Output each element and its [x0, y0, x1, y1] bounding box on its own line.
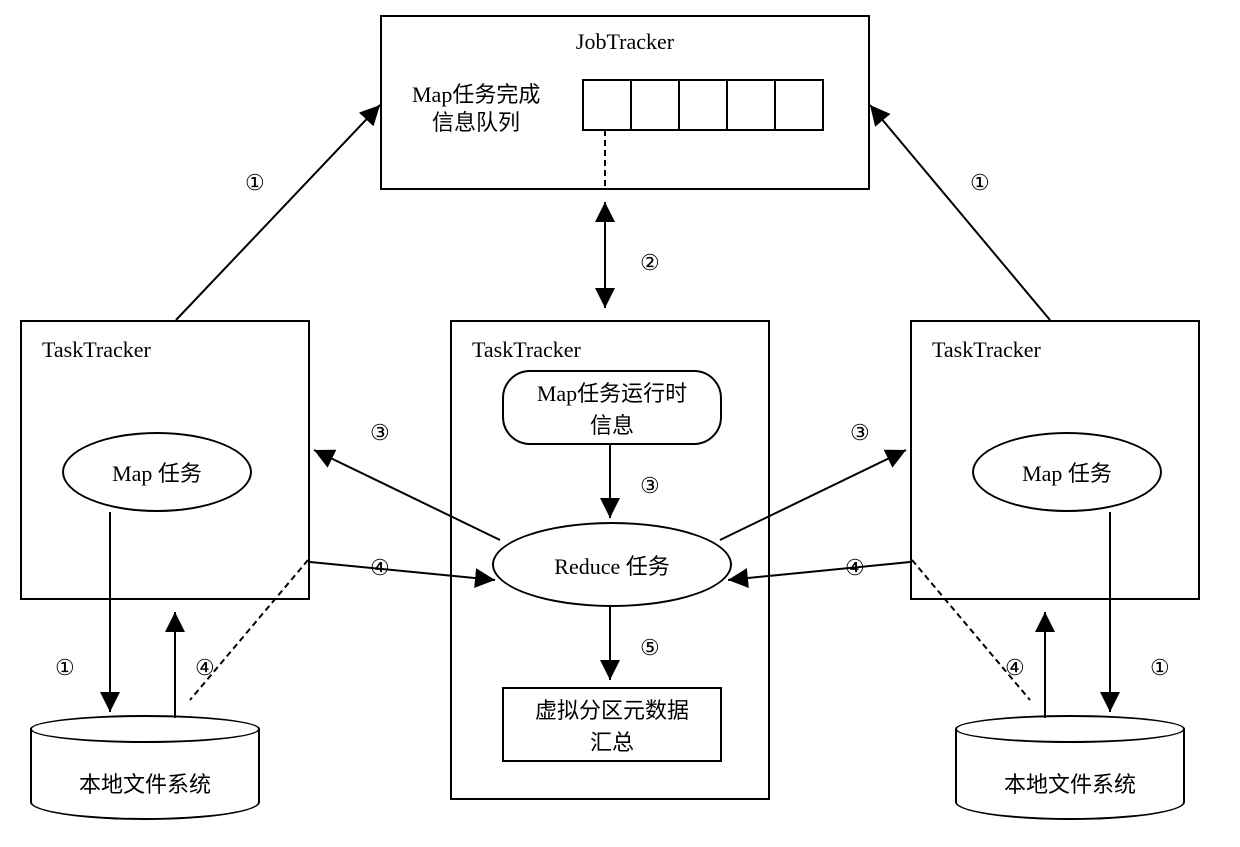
queue-label-line2: 信息队列	[432, 105, 520, 137]
cylinder-right-label: 本地文件系统	[955, 767, 1185, 799]
cylinder-left: 本地文件系统	[30, 715, 260, 820]
runtime-info-line1: Map任务运行时	[537, 376, 687, 408]
map-task-right-label: Map 任务	[1022, 456, 1112, 488]
queue-cell	[678, 79, 728, 131]
step-4-bl: ④	[195, 655, 215, 681]
tasktracker-left-box: TaskTracker Map 任务	[20, 320, 310, 600]
map-runtime-info: Map任务运行时 信息	[502, 370, 722, 445]
summary-line2: 汇总	[590, 725, 634, 757]
map-task-left: Map 任务	[62, 432, 252, 512]
step-3-left: ③	[370, 420, 390, 446]
step-4-right: ④	[845, 555, 865, 581]
cylinder-left-label: 本地文件系统	[30, 767, 260, 799]
step-1-br: ①	[1150, 655, 1170, 681]
cylinder-right: 本地文件系统	[955, 715, 1185, 820]
tasktracker-center-box: TaskTracker Map任务运行时 信息 Reduce 任务 虚拟分区元数…	[450, 320, 770, 800]
step-1-right: ①	[970, 170, 990, 196]
queue-cell	[774, 79, 824, 131]
tasktracker-right-title: TaskTracker	[932, 337, 1041, 363]
step-3-right: ③	[850, 420, 870, 446]
reduce-task-label: Reduce 任务	[554, 549, 669, 581]
runtime-info-line2: 信息	[590, 408, 634, 440]
step-1-bl: ①	[55, 655, 75, 681]
summary-line1: 虚拟分区元数据	[535, 693, 689, 725]
summary-box: 虚拟分区元数据 汇总	[502, 687, 722, 762]
step-3-center: ③	[640, 473, 660, 499]
jobtracker-box: JobTracker Map任务完成 信息队列	[380, 15, 870, 190]
reduce-task: Reduce 任务	[492, 522, 732, 607]
tasktracker-left-title: TaskTracker	[42, 337, 151, 363]
queue-cell	[726, 79, 776, 131]
jobtracker-title: JobTracker	[382, 29, 868, 55]
map-task-right: Map 任务	[972, 432, 1162, 512]
step-2: ②	[640, 250, 660, 276]
step-4-br: ④	[1005, 655, 1025, 681]
step-5: ⑤	[640, 635, 660, 661]
step-4-left: ④	[370, 555, 390, 581]
tasktracker-center-title: TaskTracker	[472, 337, 581, 363]
queue-cell	[582, 79, 632, 131]
tasktracker-right-box: TaskTracker Map 任务	[910, 320, 1200, 600]
map-task-left-label: Map 任务	[112, 456, 202, 488]
queue-cell	[630, 79, 680, 131]
step-1-left: ①	[245, 170, 265, 196]
